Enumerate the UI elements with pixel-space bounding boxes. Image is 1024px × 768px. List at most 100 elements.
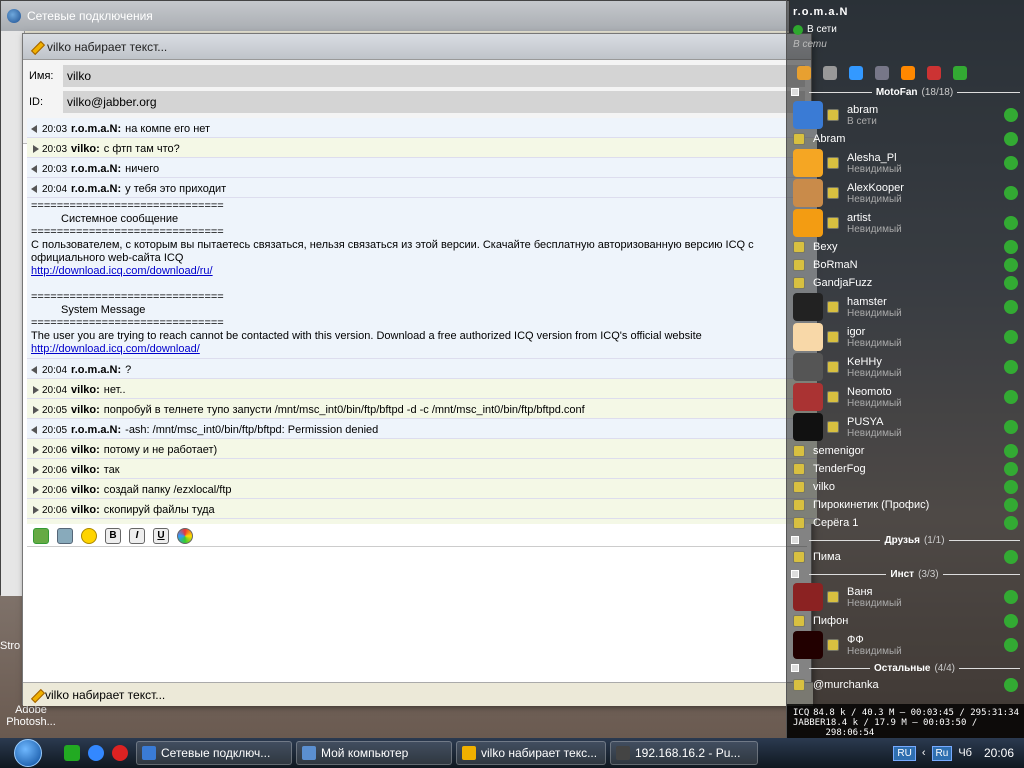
system-message-ru: ============================== Системное… <box>27 198 817 359</box>
quick-launch-icon[interactable] <box>88 745 104 761</box>
download-link[interactable]: http://download.icq.com/download/ru/ <box>31 265 813 278</box>
taskbar-button[interactable]: vilko набирает текс... <box>456 741 606 765</box>
contact-item[interactable]: @murchanka <box>787 676 1024 694</box>
download-link[interactable]: http://download.icq.com/download/ <box>31 343 200 355</box>
account-name: r.o.m.a.N <box>793 6 849 18</box>
contact-list[interactable]: r.o.m.a.N В сети В сети MotoFan (18/18) ab… <box>786 0 1024 738</box>
contact-item[interactable]: Bexy <box>787 238 1024 256</box>
contact-item[interactable]: Abram <box>787 130 1024 148</box>
message-input[interactable] <box>27 548 807 678</box>
desktop-icon-label[interactable]: Stro <box>0 640 20 652</box>
smiley-icon[interactable] <box>81 527 97 544</box>
separator: ============================== <box>31 291 224 303</box>
settings-icon[interactable] <box>823 66 837 80</box>
message-nick: vilko: <box>71 444 100 456</box>
start-button[interactable] <box>0 738 56 768</box>
contact-item[interactable]: Пирокинетик (Профис) <box>787 496 1024 514</box>
user-info-icon[interactable] <box>33 527 49 544</box>
desktop-icon-photoshop[interactable]: Adobe Photosh... <box>4 704 58 728</box>
clock[interactable]: 20:06 <box>984 746 1014 760</box>
proto-label: JABBER <box>793 718 826 728</box>
contact-item[interactable]: Серёга 1 <box>787 514 1024 532</box>
contact-name: @murchanka <box>813 679 879 691</box>
contact-item[interactable]: semenigor <box>787 442 1024 460</box>
contact-item[interactable]: igor Невидимый <box>787 322 1024 352</box>
chat-message: 20:05 vilko: попробуй в телнете тупо запус… <box>27 399 817 419</box>
contact-item[interactable]: abram В сети <box>787 100 1024 130</box>
app-icon <box>142 746 156 760</box>
client-icon <box>1004 240 1018 254</box>
contact-item[interactable]: AlexKooper Невидимый <box>787 178 1024 208</box>
typing-status: vilko набирает текст... <box>45 688 166 702</box>
keyboard-layout[interactable]: Ru <box>931 745 953 761</box>
chat-message: 20:03 vilko: с фтп там что? <box>27 138 817 158</box>
bold-button[interactable]: B <box>105 527 121 544</box>
outgoing-arrow-icon <box>31 405 40 415</box>
typing-pencil-icon <box>29 688 43 702</box>
client-icon <box>1004 516 1018 530</box>
contact-item[interactable]: Neomoto Невидимый <box>787 382 1024 412</box>
contact-item[interactable]: Alesha_Pl Невидимый <box>787 148 1024 178</box>
contact-item[interactable]: Пифон <box>787 612 1024 630</box>
contact-item[interactable]: Ваня Невидимый <box>787 582 1024 612</box>
collapse-icon[interactable] <box>791 570 799 578</box>
chevron-left-icon[interactable]: ‹ <box>922 747 926 759</box>
chat-title-bar[interactable]: vilko набирает текст... <box>23 34 811 60</box>
contact-item[interactable]: TenderFog <box>787 460 1024 478</box>
language-indicator[interactable]: RU <box>893 745 916 761</box>
taskbar-button[interactable]: Мой компьютер <box>296 741 452 765</box>
menu-icon[interactable] <box>797 66 811 80</box>
contact-group-header[interactable]: Друзья (1/1) <box>787 532 1024 548</box>
contact-name: Neomoto <box>847 385 892 398</box>
contact-item[interactable]: hamster Невидимый <box>787 292 1024 322</box>
collapse-icon[interactable] <box>791 88 799 96</box>
contact-item[interactable]: vilko <box>787 478 1024 496</box>
taskbar-button[interactable]: 192.168.16.2 - Pu... <box>610 741 758 765</box>
globe-icon[interactable] <box>953 66 967 80</box>
taskbar-button-label: 192.168.16.2 - Pu... <box>635 746 741 760</box>
message-nick: r.o.m.a.N: <box>71 424 122 436</box>
contact-item[interactable]: BoRmaN <box>787 256 1024 274</box>
status-selector[interactable]: В сети <box>793 24 1018 35</box>
online-status-icon <box>793 24 803 35</box>
history-icon[interactable] <box>57 527 73 544</box>
italic-button[interactable]: I <box>129 527 145 544</box>
opera-icon[interactable] <box>112 745 128 761</box>
status-message[interactable]: В сети <box>793 39 1018 50</box>
contact-item[interactable]: KeHHy Невидимый <box>787 352 1024 382</box>
contact-item[interactable]: ФФ Невидимый <box>787 630 1024 660</box>
contact-group-header[interactable]: MotoFan (18/18) <box>787 84 1024 100</box>
color-picker-icon[interactable] <box>177 527 193 544</box>
search-icon[interactable] <box>849 66 863 80</box>
chat-message: 20:06 vilko: потому и не работает) <box>27 439 817 459</box>
underline-button[interactable]: U <box>153 527 169 544</box>
contact-text: KeHHy Невидимый <box>847 356 902 379</box>
contact-name: abram <box>847 103 879 116</box>
group-count: (18/18) <box>921 86 954 98</box>
collapse-icon[interactable] <box>791 536 799 544</box>
sound-icon[interactable] <box>927 66 941 80</box>
contact-group-header[interactable]: Остальные (4/4) <box>787 660 1024 676</box>
gear-icon[interactable] <box>875 66 889 80</box>
message-nick: vilko: <box>71 504 100 516</box>
collapse-icon[interactable] <box>791 664 799 672</box>
taskbar-button[interactable]: Сетевые подключ... <box>136 741 292 765</box>
name-value[interactable]: vilko <box>63 65 805 87</box>
taskbar-button-label: vilko набирает текс... <box>481 746 598 760</box>
client-icon <box>1004 590 1018 604</box>
g-icon[interactable] <box>901 66 915 80</box>
id-value[interactable]: vilko@jabber.org <box>63 91 805 113</box>
contact-item[interactable]: artist Невидимый <box>787 208 1024 238</box>
quick-launch-icon[interactable] <box>64 745 80 761</box>
divider <box>809 667 870 669</box>
contact-text: Neomoto Невидимый <box>847 386 902 409</box>
contact-item[interactable]: Пима <box>787 548 1024 566</box>
contact-item[interactable]: GandjaFuzz <box>787 274 1024 292</box>
window-title-bar[interactable]: Сетевые подключения <box>1 1 789 31</box>
contact-group-header[interactable]: Инст (3/3) <box>787 566 1024 582</box>
contact-item[interactable]: PUSYA Невидимый <box>787 412 1024 442</box>
chat-window[interactable]: vilko набирает текст... Имя: vilko ID: v… <box>22 33 817 706</box>
message-history[interactable]: 20:03 r.o.m.a.N: на компе его нет 20:03 vilk… <box>27 118 817 524</box>
message-nick: vilko: <box>71 484 100 496</box>
divider <box>957 91 1020 93</box>
